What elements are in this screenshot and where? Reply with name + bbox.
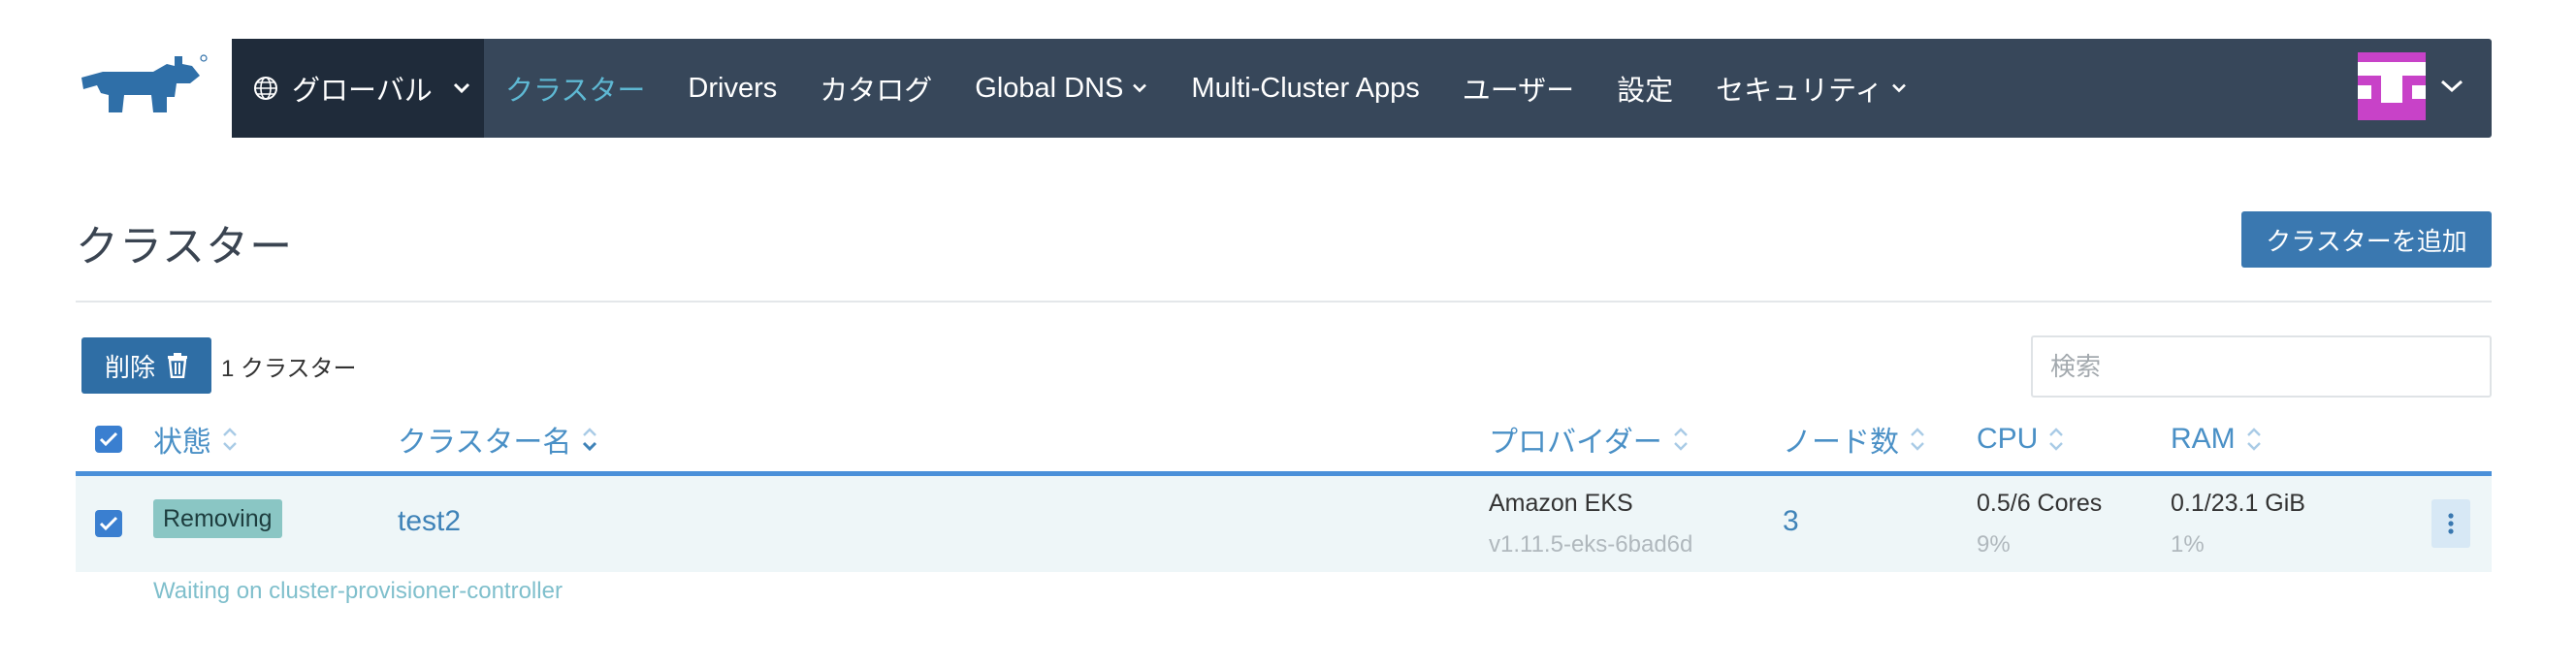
chevron-down-icon [2440,80,2463,93]
cpu-cell: 0.5/6 Cores 9% [1977,490,2102,558]
nav-item-multi-cluster-apps[interactable]: Multi-Cluster Apps [1170,39,1440,138]
nav-item-label: Global DNS [975,72,1124,104]
search-input[interactable] [2031,335,2492,398]
checkbox[interactable] [95,510,122,537]
column-header-name[interactable]: クラスター名 [398,415,598,463]
cpu-percent: 9% [1977,531,2011,558]
sort-icon [223,428,237,451]
nav-item-security[interactable]: セキュリティ [1694,39,1929,138]
select-all-checkbox[interactable] [95,415,122,463]
status-badge: Removing [153,499,282,538]
row-checkbox[interactable] [95,510,122,537]
check-icon [99,516,118,531]
nav-item-label: カタログ [820,76,933,107]
chevron-down-icon [1892,83,1907,93]
provider-cell: Amazon EKS v1.11.5-eks-6bad6d [1489,490,1692,558]
scope-selector[interactable]: グローバル [232,39,484,138]
checkbox[interactable] [95,426,122,453]
nav-item-label: セキュリティ [1716,76,1884,107]
sort-icon [1673,428,1688,451]
sort-icon [2049,428,2064,451]
column-header-state[interactable]: 状態 [153,415,239,463]
cluster-count: 1 クラスター [221,356,357,382]
delete-button[interactable]: 削除 [81,337,211,394]
avatar-icon [2358,52,2426,120]
divider [76,301,2492,303]
nav-item-clusters[interactable]: クラスター [484,39,666,138]
nav-item-label: 設定 [1617,76,1674,107]
cluster-name-link[interactable]: test2 [398,505,461,538]
top-navbar: グローバル クラスター Drivers カタログ Global DNS Mult… [232,39,2492,138]
table-header: 状態 クラスター名 プロバイダー ノード数 CPU RAM [76,415,2492,473]
sort-icon [1911,428,1924,451]
sort-icon [2246,428,2261,451]
column-header-ram[interactable]: RAM [2171,415,2263,463]
scope-label: グローバル [292,76,433,107]
nav-item-catalog[interactable]: カタログ [798,39,953,138]
ram-percent: 1% [2171,531,2205,558]
row-actions-button[interactable] [2431,499,2470,548]
add-cluster-button[interactable]: クラスターを追加 [2241,211,2492,268]
nav-item-label: クラスター [505,76,646,107]
nav-item-global-dns[interactable]: Global DNS [953,39,1170,138]
table-row: Removing test2 Amazon EKS v1.11.5-eks-6b… [76,476,2492,572]
column-header-nodes[interactable]: ノード数 [1783,415,1926,463]
page-title: クラスター [76,223,294,271]
cpu-value: 0.5/6 Cores [1977,490,2103,517]
delete-label: 削除 [104,352,155,382]
ram-cell: 0.1/23.1 GiB 1% [2171,490,2305,558]
column-header-cpu[interactable]: CPU [1977,415,2065,463]
user-menu[interactable] [2358,52,2464,120]
trash-icon [168,353,187,378]
kebab-menu-icon [2448,513,2454,534]
provider-name: Amazon EKS [1489,490,1633,517]
row-status-message: Waiting on cluster-provisioner-controlle… [153,578,563,604]
nav-item-settings[interactable]: 設定 [1595,39,1694,138]
column-header-provider[interactable]: プロバイダー [1489,415,1690,463]
nav-item-label: Multi-Cluster Apps [1191,72,1420,104]
nav-item-label: ユーザー [1462,76,1575,107]
node-count-link[interactable]: 3 [1783,505,1799,538]
nav-item-drivers[interactable]: Drivers [666,39,798,138]
chevron-down-icon [1133,83,1147,93]
ram-value: 0.1/23.1 GiB [2171,490,2305,517]
nav-item-label: Drivers [688,72,778,104]
provider-version: v1.11.5-eks-6bad6d [1489,531,1693,558]
nav-item-users[interactable]: ユーザー [1441,39,1595,138]
sort-desc-icon [583,428,597,452]
check-icon [99,431,118,447]
rancher-logo [81,54,208,112]
globe-icon [254,77,277,100]
chevron-down-icon [453,82,469,94]
